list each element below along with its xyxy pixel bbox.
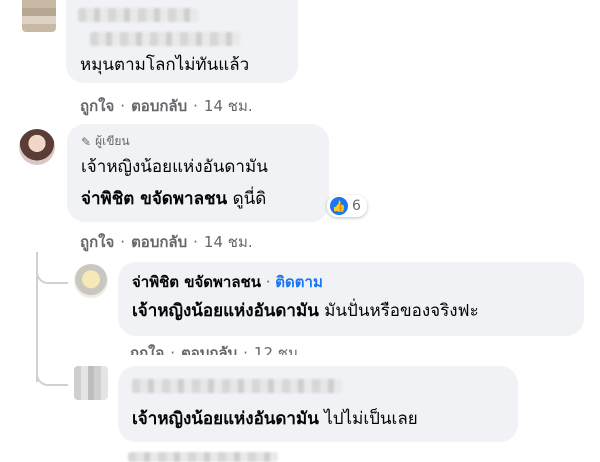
reaction-count: 6: [352, 198, 361, 214]
comment-text: เจ้าหญิงน้อยแห่งอันดามัน ไปไม่เป็นเลย: [132, 409, 418, 429]
thread-connector: [36, 362, 68, 386]
timestamp[interactable]: 14 ชม.: [204, 233, 253, 251]
blurred-author-name: [90, 32, 240, 46]
pencil-icon: ✎: [81, 134, 92, 149]
mention-link[interactable]: เจ้าหญิงน้อยแห่งอันดามัน: [132, 301, 319, 321]
comment-header: จ่าพิชิต ขจัดพาลชน · ติดตาม: [132, 273, 323, 291]
avatar[interactable]: [74, 366, 108, 400]
comment-bubble: เจ้าหญิงน้อยแห่งอันดามัน ไปไม่เป็นเลย: [118, 366, 518, 442]
reaction-summary[interactable]: 👍 6: [327, 195, 367, 217]
like-reaction-icon: 👍: [330, 197, 348, 215]
reply-link[interactable]: ตอบกลับ: [181, 344, 237, 355]
thread-connector: [36, 260, 68, 284]
avatar[interactable]: [22, 0, 56, 32]
comment-actions: ถูกใจ · ตอบกลับ · 14 ชม.: [80, 97, 253, 115]
blurred-author-name: [78, 8, 198, 22]
reply-link[interactable]: ตอบกลับ: [131, 97, 187, 115]
timestamp[interactable]: 12 ชม.: [254, 344, 303, 355]
comment-text: จ่าพิชิต ขจัดพาลชน ดูนี่ดิ: [81, 189, 267, 209]
like-link[interactable]: ถูกใจ: [80, 233, 114, 251]
comment-bubble: หมุนตามโลกไม่ทันแล้ว: [66, 0, 298, 83]
comment-author[interactable]: จ่าพิชิต ขจัดพาลชน: [132, 273, 261, 291]
like-link[interactable]: ถูกใจ: [80, 97, 114, 115]
avatar[interactable]: [19, 129, 55, 165]
comment-text: เจ้าหญิงน้อยแห่งอันดามัน มันปั่นหรือของจ…: [132, 301, 479, 321]
comment-bubble: จ่าพิชิต ขจัดพาลชน · ติดตาม เจ้าหญิงน้อย…: [118, 262, 584, 336]
mention-link[interactable]: จ่าพิชิต ขจัดพาลชน: [81, 189, 227, 209]
author-badge: ✎ ผู้เขียน: [81, 134, 130, 149]
avatar[interactable]: [74, 264, 108, 298]
mention-link[interactable]: เจ้าหญิงน้อยแห่งอันดามัน: [132, 409, 319, 429]
timestamp[interactable]: 14 ชม.: [204, 97, 253, 115]
comment-actions: ถูกใจ · ตอบกลับ · 12 ชม.: [130, 341, 303, 355]
comment-actions: ถูกใจ · ตอบกลับ · 14 ชม.: [80, 233, 253, 251]
blurred-author-name: [132, 379, 342, 393]
comment-text: หมุนตามโลกไม่ทันแล้ว: [80, 55, 250, 75]
comment-bubble: ✎ ผู้เขียน เจ้าหญิงน้อยแห่งอันดามัน จ่าพ…: [67, 124, 329, 222]
like-link[interactable]: ถูกใจ: [130, 344, 164, 355]
comment-text: เจ้าหญิงน้อยแห่งอันดามัน: [81, 157, 268, 177]
follow-link[interactable]: ติดตาม: [275, 273, 323, 291]
reply-link[interactable]: ตอบกลับ: [131, 233, 187, 251]
